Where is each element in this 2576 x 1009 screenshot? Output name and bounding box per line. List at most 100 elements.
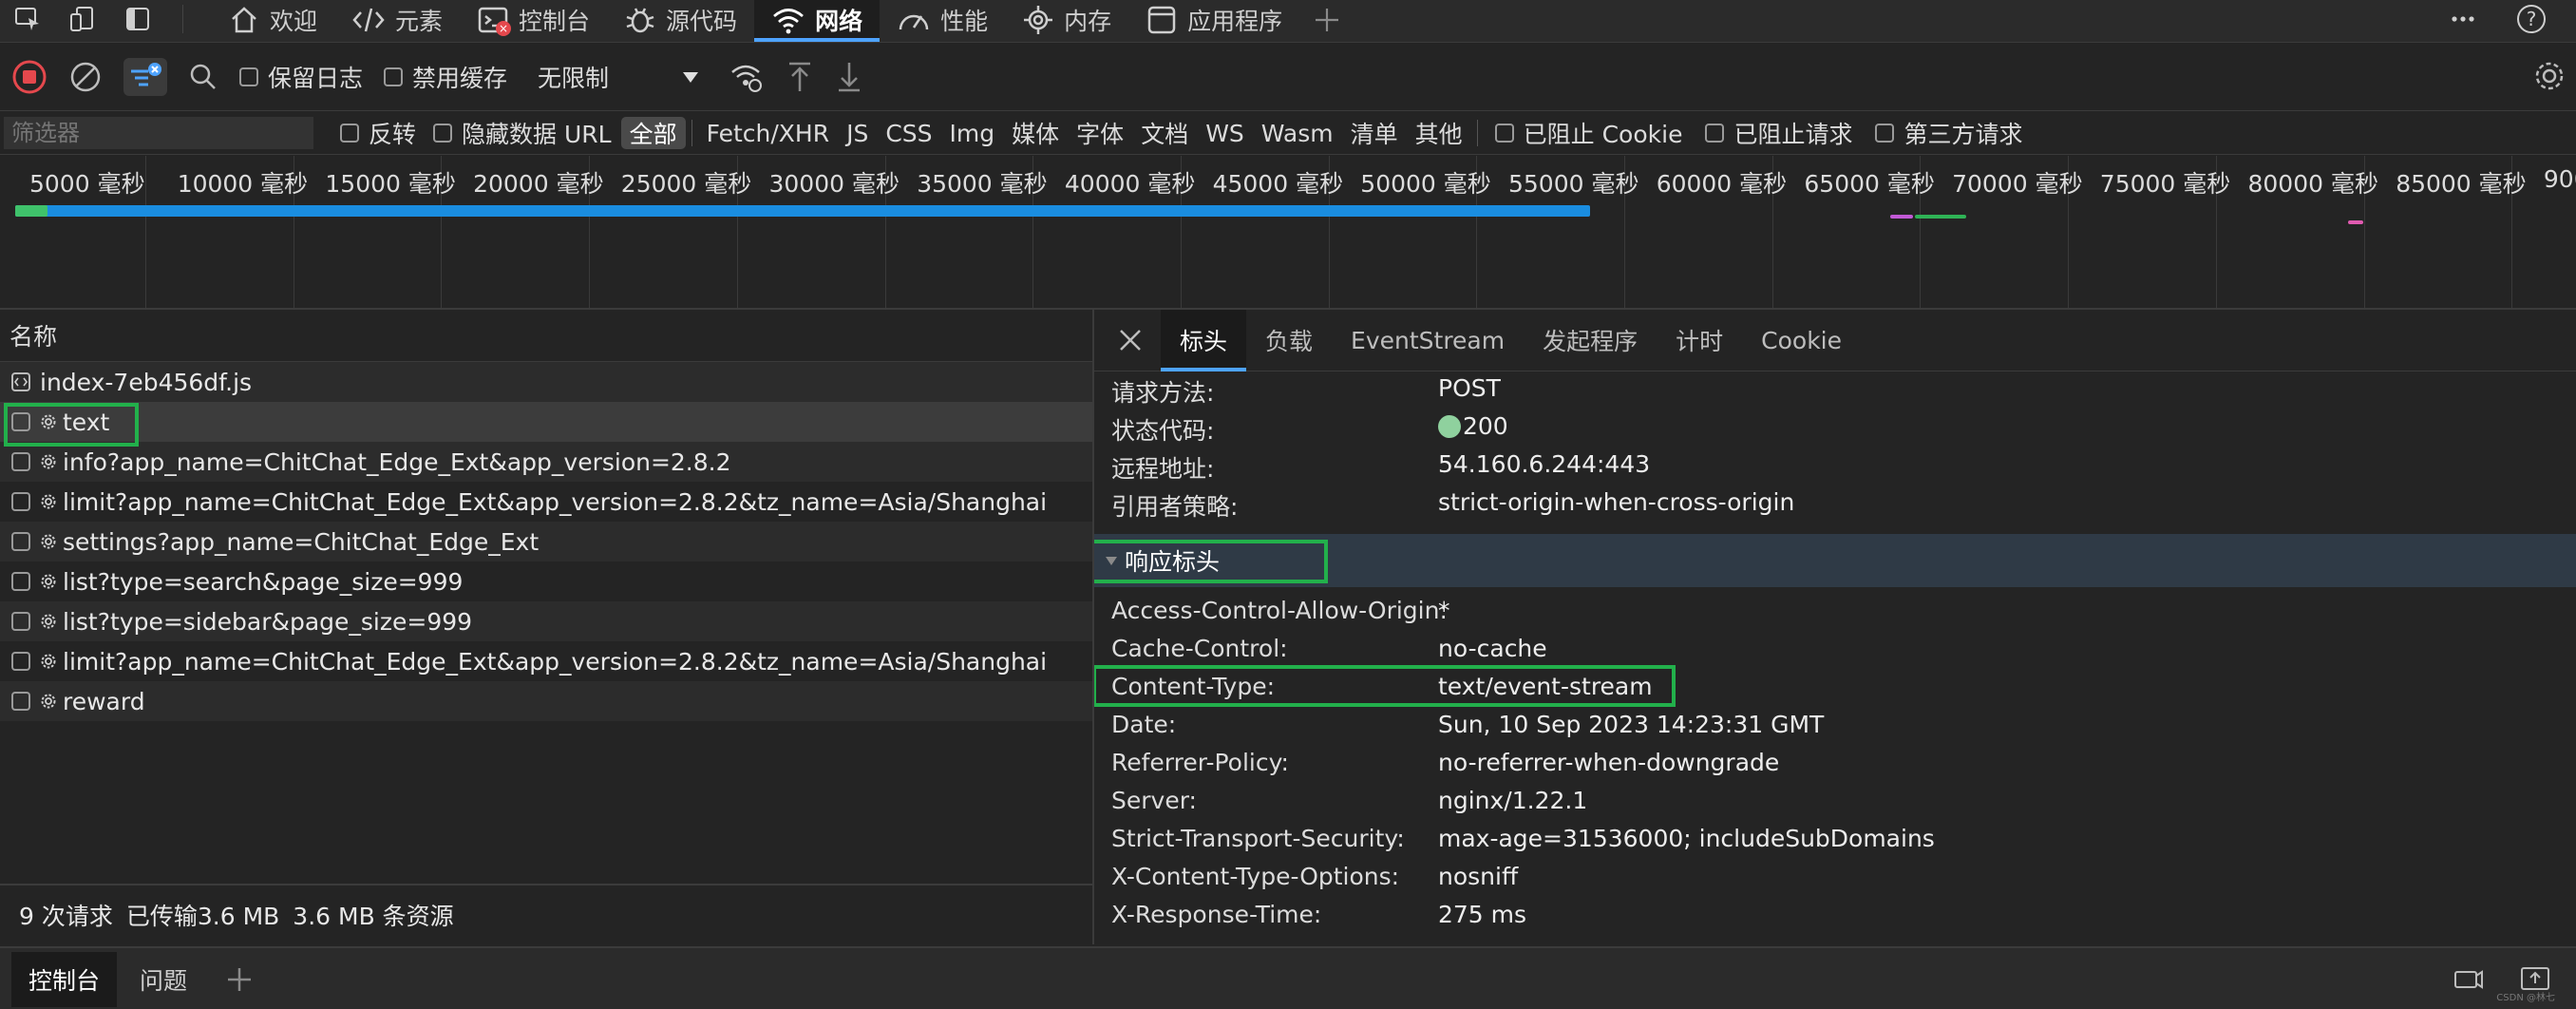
device-emulation-icon[interactable]	[68, 5, 97, 33]
checkbox-box[interactable]	[1875, 124, 1895, 143]
request-row[interactable]: info?app_name=ChitChat_Edge_Ext&app_vers…	[0, 442, 1092, 482]
request-list-header[interactable]: 名称	[0, 310, 1092, 362]
help-icon[interactable]: ?	[2515, 3, 2548, 35]
inspect-element-icon[interactable]	[13, 5, 42, 33]
tab-welcome[interactable]: 欢迎	[211, 0, 334, 40]
header-value[interactable]: max-age=31536000; includeSubDomains	[1438, 825, 1935, 852]
request-row[interactable]: list?type=sidebar&page_size=999	[0, 601, 1092, 641]
checkbox-box[interactable]	[384, 67, 404, 86]
clear-log-icon[interactable]	[68, 60, 103, 94]
checkbox-box[interactable]	[239, 67, 258, 86]
stop-recording-button[interactable]	[11, 59, 47, 95]
tab-console[interactable]: × 控制台	[460, 0, 607, 40]
filter-type-doc[interactable]: 文档	[1132, 117, 1197, 149]
header-value[interactable]: no-cache	[1438, 635, 1547, 662]
tab-elements[interactable]: 元素	[334, 0, 460, 40]
header-value[interactable]: no-referrer-when-downgrade	[1438, 749, 1779, 776]
search-icon[interactable]	[188, 62, 218, 92]
filter-type-font[interactable]: 字体	[1068, 117, 1132, 149]
tab-memory[interactable]: 内存	[1005, 0, 1128, 40]
header-value[interactable]: text/event-stream	[1438, 673, 1653, 700]
filter-type-all[interactable]: 全部	[620, 117, 686, 149]
hide-data-url-checkbox[interactable]: 隐藏数据 URL	[433, 116, 612, 150]
filter-type-ws[interactable]: WS	[1197, 117, 1253, 149]
timeline-tick-label: 75000 毫秒	[2099, 170, 2231, 198]
details-tab-cookies[interactable]: Cookie	[1742, 310, 1861, 371]
request-checkbox[interactable]	[11, 452, 30, 471]
network-overview-timeline[interactable]: 5000 毫秒 10000 毫秒 15000 毫秒 20000 毫秒 25000 毫秒 3…	[0, 156, 2576, 310]
request-row[interactable]: limit?app_name=ChitChat_Edge_Ext&app_ver…	[0, 482, 1092, 522]
add-tab-icon[interactable]	[225, 965, 254, 994]
filter-type-other[interactable]: 其他	[1407, 117, 1471, 149]
tab-sources[interactable]: 源代码	[607, 0, 754, 40]
response-headers-section-header[interactable]: 响应标头	[1094, 534, 2576, 587]
header-value[interactable]: 54.160.6.244:443	[1438, 450, 1650, 478]
request-checkbox[interactable]	[11, 652, 30, 671]
filter-type-fetch-xhr[interactable]: Fetch/XHR	[698, 117, 839, 149]
throttling-select[interactable]: 无限制	[528, 60, 708, 94]
chevron-down-icon	[622, 71, 699, 83]
checkbox-box[interactable]	[1494, 124, 1514, 143]
request-row[interactable]: text	[0, 402, 1092, 442]
drawer-tab-issues[interactable]: 问题	[123, 952, 204, 1007]
filter-type-manifest[interactable]: 清单	[1342, 117, 1407, 149]
invert-checkbox[interactable]: 反转	[340, 116, 416, 150]
header-key: Strict-Transport-Security:	[1111, 825, 1405, 852]
export-har-icon[interactable]	[835, 61, 863, 93]
filter-type-wasm[interactable]: Wasm	[1253, 117, 1342, 149]
header-value[interactable]: nosniff	[1438, 863, 1518, 890]
blocked-cookies-checkbox[interactable]: 已阻止 Cookie	[1494, 116, 1682, 150]
filter-input[interactable]	[4, 117, 313, 149]
header-value[interactable]: *	[1438, 597, 1450, 624]
request-row[interactable]: index-7eb456df.js	[0, 362, 1092, 402]
request-checkbox[interactable]	[11, 492, 30, 511]
filter-toggle-icon[interactable]	[123, 58, 167, 96]
checkbox-box[interactable]	[340, 124, 359, 143]
header-value[interactable]: 275 ms	[1438, 901, 1526, 928]
more-options-icon[interactable]	[2449, 5, 2477, 33]
filter-type-css[interactable]: CSS	[877, 117, 940, 149]
close-icon[interactable]	[1111, 321, 1149, 359]
request-row[interactable]: reward	[0, 681, 1092, 721]
filter-type-img[interactable]: Img	[941, 117, 1004, 149]
request-checkbox[interactable]	[11, 692, 30, 711]
settings-gear-icon[interactable]	[2532, 59, 2567, 93]
header-value[interactable]: POST	[1438, 374, 1501, 402]
filter-type-js[interactable]: JS	[838, 117, 877, 149]
import-har-icon[interactable]	[786, 61, 814, 93]
request-checkbox[interactable]	[11, 572, 30, 591]
header-value[interactable]: nginx/1.22.1	[1438, 787, 1587, 814]
header-row: 远程地址: 54.160.6.244:443	[1111, 450, 2574, 488]
details-tab-headers[interactable]: 标头	[1161, 310, 1247, 371]
details-tab-timing[interactable]: 计时	[1657, 310, 1742, 371]
details-tab-initiator[interactable]: 发起程序	[1524, 310, 1657, 371]
details-tab-eventstream[interactable]: EventStream	[1332, 310, 1524, 371]
name-column-header[interactable]: 名称	[9, 318, 57, 352]
tab-label: 欢迎	[270, 8, 318, 35]
quick-view-icon[interactable]	[2453, 964, 2485, 993]
disable-cache-checkbox[interactable]: 禁用缓存	[384, 60, 507, 94]
request-row[interactable]: limit?app_name=ChitChat_Edge_Ext&app_ver…	[0, 641, 1092, 681]
blocked-requests-checkbox[interactable]: 已阻止请求	[1705, 116, 1852, 150]
request-checkbox[interactable]	[11, 532, 30, 551]
preserve-log-checkbox[interactable]: 保留日志	[239, 60, 363, 94]
third-party-checkbox[interactable]: 第三方请求	[1875, 116, 2023, 150]
drawer-tab-console[interactable]: 控制台	[11, 952, 118, 1007]
request-row[interactable]: settings?app_name=ChitChat_Edge_Ext	[0, 522, 1092, 562]
request-checkbox[interactable]	[11, 612, 30, 631]
checkbox-box[interactable]	[1705, 124, 1725, 143]
tab-performance[interactable]: 性能	[880, 0, 1005, 40]
tab-application[interactable]: 应用程序	[1128, 0, 1299, 40]
header-value[interactable]: strict-origin-when-cross-origin	[1438, 488, 1794, 516]
request-checkbox[interactable]	[11, 412, 30, 431]
details-tab-payload[interactable]: 负载	[1246, 310, 1332, 371]
add-panel-icon[interactable]	[1313, 6, 1341, 34]
network-conditions-icon[interactable]	[729, 61, 765, 93]
header-value[interactable]: 200	[1438, 412, 1508, 440]
request-row[interactable]: list?type=search&page_size=999	[0, 562, 1092, 601]
filter-type-media[interactable]: 媒体	[1003, 117, 1068, 149]
dock-sidebar-icon[interactable]	[123, 5, 152, 33]
header-value[interactable]: Sun, 10 Sep 2023 14:23:31 GMT	[1438, 711, 1824, 738]
tab-network[interactable]: 网络	[754, 0, 881, 42]
checkbox-box[interactable]	[433, 124, 453, 143]
